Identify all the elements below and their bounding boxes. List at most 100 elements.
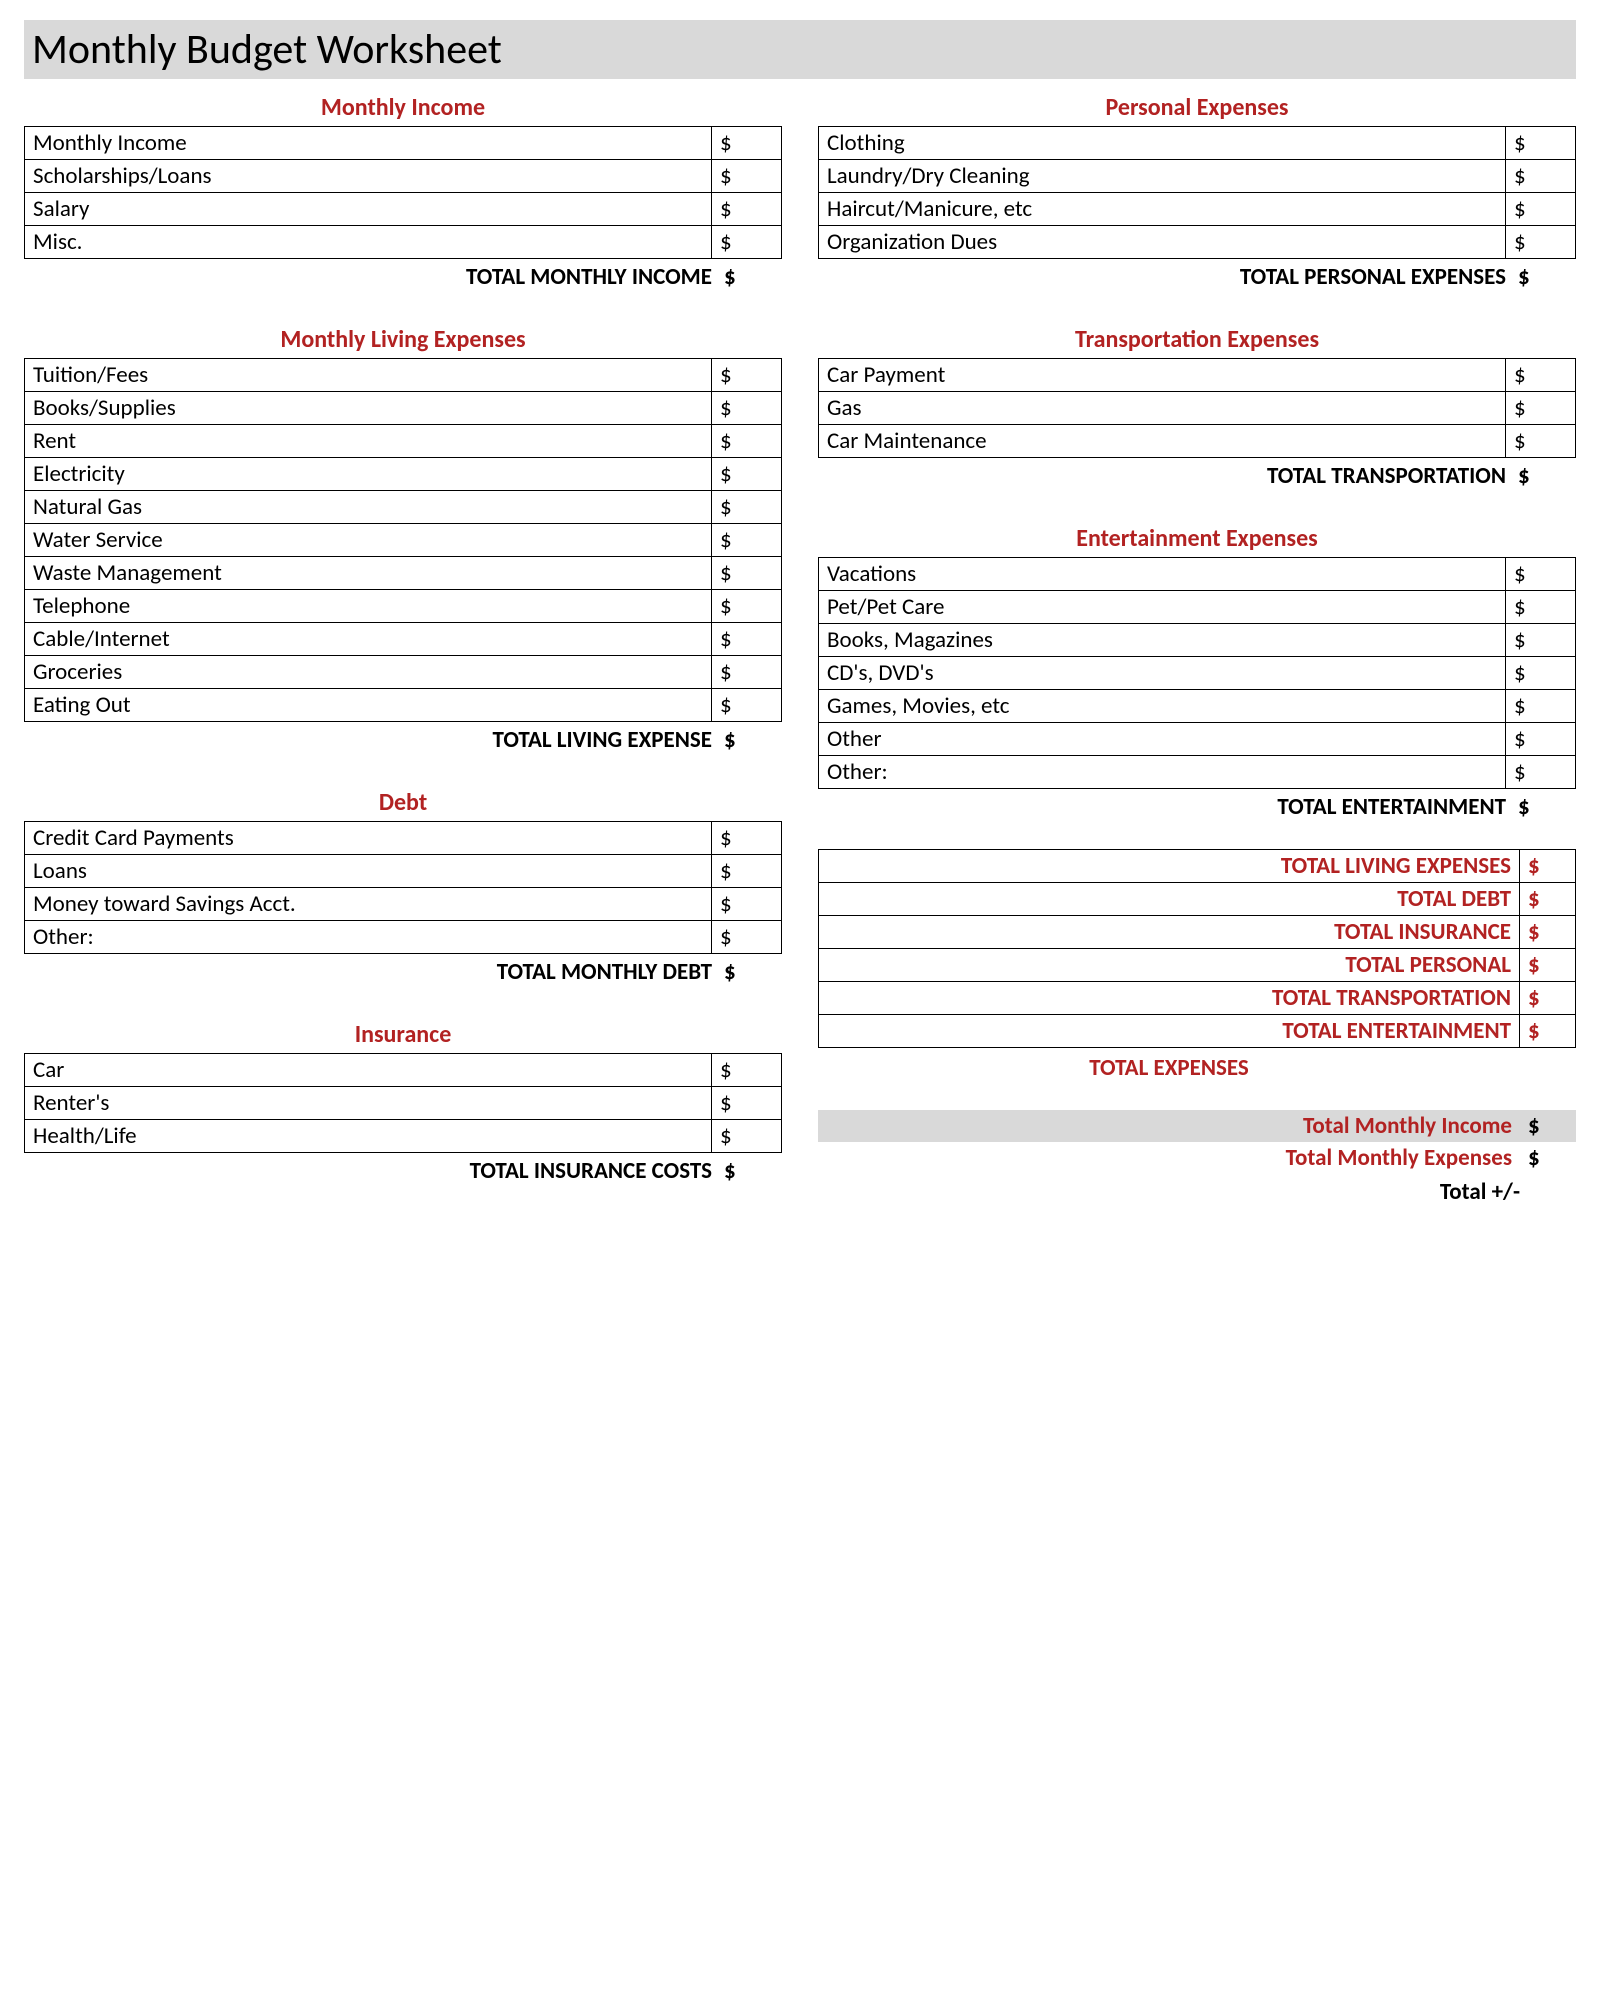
table-row: Natural Gas$ <box>25 491 782 524</box>
table-row: Electricity$ <box>25 458 782 491</box>
amount-cell[interactable]: $ <box>712 491 782 524</box>
right-column: Personal Expenses Clothing$ Laundry/Dry … <box>818 87 1576 1206</box>
table-row: TOTAL LIVING EXPENSES$ <box>819 850 1576 883</box>
amount-cell[interactable]: $ <box>1506 160 1576 193</box>
amount-cell[interactable]: $ <box>712 623 782 656</box>
table-row: CD's, DVD's$ <box>819 657 1576 690</box>
living-total: TOTAL LIVING EXPENSE $ <box>24 726 782 754</box>
amount-cell[interactable]: $ <box>1506 193 1576 226</box>
table-row: Other$ <box>819 723 1576 756</box>
personal-title: Personal Expenses <box>818 93 1576 122</box>
income-table: Monthly Income$ Scholarships/Loans$ Sala… <box>24 126 782 259</box>
amount-cell[interactable]: $ <box>712 557 782 590</box>
amount-cell[interactable]: $ <box>1506 756 1576 789</box>
amount-cell[interactable]: $ <box>712 1087 782 1120</box>
table-row: Telephone$ <box>25 590 782 623</box>
net-total: Total +/- <box>818 1178 1576 1206</box>
table-row: Gas$ <box>819 392 1576 425</box>
table-row: Car Maintenance$ <box>819 425 1576 458</box>
amount-cell[interactable]: $ <box>1506 127 1576 160</box>
amount-cell[interactable]: $ <box>712 127 782 160</box>
amount-cell[interactable]: $ <box>712 888 782 921</box>
amount-cell[interactable]: $ <box>712 689 782 722</box>
table-row: Rent$ <box>25 425 782 458</box>
table-row: Car Payment$ <box>819 359 1576 392</box>
table-row: Laundry/Dry Cleaning$ <box>819 160 1576 193</box>
debt-title: Debt <box>24 788 782 817</box>
amount-cell[interactable]: $ <box>1506 723 1576 756</box>
total-expenses: TOTAL EXPENSES <box>818 1054 1576 1082</box>
table-row: Vacations$ <box>819 558 1576 591</box>
amount-cell[interactable]: $ <box>712 822 782 855</box>
amount-cell[interactable]: $ <box>712 1120 782 1153</box>
personal-total: TOTAL PERSONAL EXPENSES $ <box>818 263 1576 291</box>
table-row: Renter's$ <box>25 1087 782 1120</box>
amount-cell[interactable]: $ <box>712 193 782 226</box>
amount-cell[interactable]: $ <box>1506 359 1576 392</box>
final-table: Total Monthly Income$ Total Monthly Expe… <box>818 1110 1576 1174</box>
transportation-total: TOTAL TRANSPORTATION $ <box>818 462 1576 490</box>
transportation-title: Transportation Expenses <box>818 325 1576 354</box>
amount-cell[interactable]: $ <box>712 524 782 557</box>
table-row: Eating Out$ <box>25 689 782 722</box>
entertainment-table: Vacations$ Pet/Pet Care$ Books, Magazine… <box>818 557 1576 789</box>
table-row: Groceries$ <box>25 656 782 689</box>
insurance-total: TOTAL INSURANCE COSTS $ <box>24 1157 782 1185</box>
entertainment-title: Entertainment Expenses <box>818 524 1576 553</box>
table-row: Money toward Savings Acct.$ <box>25 888 782 921</box>
table-row: TOTAL TRANSPORTATION$ <box>819 982 1576 1015</box>
amount-cell[interactable]: $ <box>1506 591 1576 624</box>
amount-cell[interactable]: $ <box>712 392 782 425</box>
personal-table: Clothing$ Laundry/Dry Cleaning$ Haircut/… <box>818 126 1576 259</box>
debt-table: Credit Card Payments$ Loans$ Money towar… <box>24 821 782 954</box>
amount-cell[interactable]: $ <box>1506 425 1576 458</box>
table-row: Salary$ <box>25 193 782 226</box>
table-row: Books, Magazines$ <box>819 624 1576 657</box>
amount-cell[interactable]: $ <box>1506 690 1576 723</box>
table-row: Clothing$ <box>819 127 1576 160</box>
transportation-table: Car Payment$ Gas$ Car Maintenance$ <box>818 358 1576 458</box>
left-column: Monthly Income Monthly Income$ Scholarsh… <box>24 87 782 1206</box>
table-row: Other:$ <box>819 756 1576 789</box>
income-total: TOTAL MONTHLY INCOME $ <box>24 263 782 291</box>
table-row: Credit Card Payments$ <box>25 822 782 855</box>
amount-cell[interactable]: $ <box>712 855 782 888</box>
amount-cell[interactable]: $ <box>712 160 782 193</box>
table-row: Car$ <box>25 1054 782 1087</box>
amount-cell[interactable]: $ <box>1506 226 1576 259</box>
table-row: Misc.$ <box>25 226 782 259</box>
amount-cell[interactable]: $ <box>1506 392 1576 425</box>
table-row: Books/Supplies$ <box>25 392 782 425</box>
amount-cell[interactable]: $ <box>1506 624 1576 657</box>
table-row: TOTAL INSURANCE$ <box>819 916 1576 949</box>
amount-cell[interactable]: $ <box>712 226 782 259</box>
table-row: Waste Management$ <box>25 557 782 590</box>
income-title: Monthly Income <box>24 93 782 122</box>
table-row: Pet/Pet Care$ <box>819 591 1576 624</box>
table-row: Haircut/Manicure, etc$ <box>819 193 1576 226</box>
table-row: TOTAL PERSONAL$ <box>819 949 1576 982</box>
amount-cell[interactable]: $ <box>712 425 782 458</box>
amount-cell[interactable]: $ <box>712 656 782 689</box>
living-title: Monthly Living Expenses <box>24 325 782 354</box>
amount-cell[interactable]: $ <box>1506 558 1576 591</box>
table-row: TOTAL ENTERTAINMENT$ <box>819 1015 1576 1048</box>
table-row: Tuition/Fees$ <box>25 359 782 392</box>
table-row: Other:$ <box>25 921 782 954</box>
amount-cell[interactable]: $ <box>712 921 782 954</box>
amount-cell[interactable]: $ <box>1506 657 1576 690</box>
table-row: Water Service$ <box>25 524 782 557</box>
table-row: Total Monthly Income$ <box>818 1110 1576 1142</box>
table-row: Health/Life$ <box>25 1120 782 1153</box>
living-table: Tuition/Fees$ Books/Supplies$ Rent$ Elec… <box>24 358 782 722</box>
table-row: Scholarships/Loans$ <box>25 160 782 193</box>
amount-cell[interactable]: $ <box>712 359 782 392</box>
table-row: Total Monthly Expenses$ <box>818 1142 1576 1174</box>
amount-cell[interactable]: $ <box>712 1054 782 1087</box>
entertainment-total: TOTAL ENTERTAINMENT $ <box>818 793 1576 821</box>
insurance-table: Car$ Renter's$ Health/Life$ <box>24 1053 782 1153</box>
amount-cell[interactable]: $ <box>712 458 782 491</box>
amount-cell[interactable]: $ <box>712 590 782 623</box>
insurance-title: Insurance <box>24 1020 782 1049</box>
table-row: Cable/Internet$ <box>25 623 782 656</box>
